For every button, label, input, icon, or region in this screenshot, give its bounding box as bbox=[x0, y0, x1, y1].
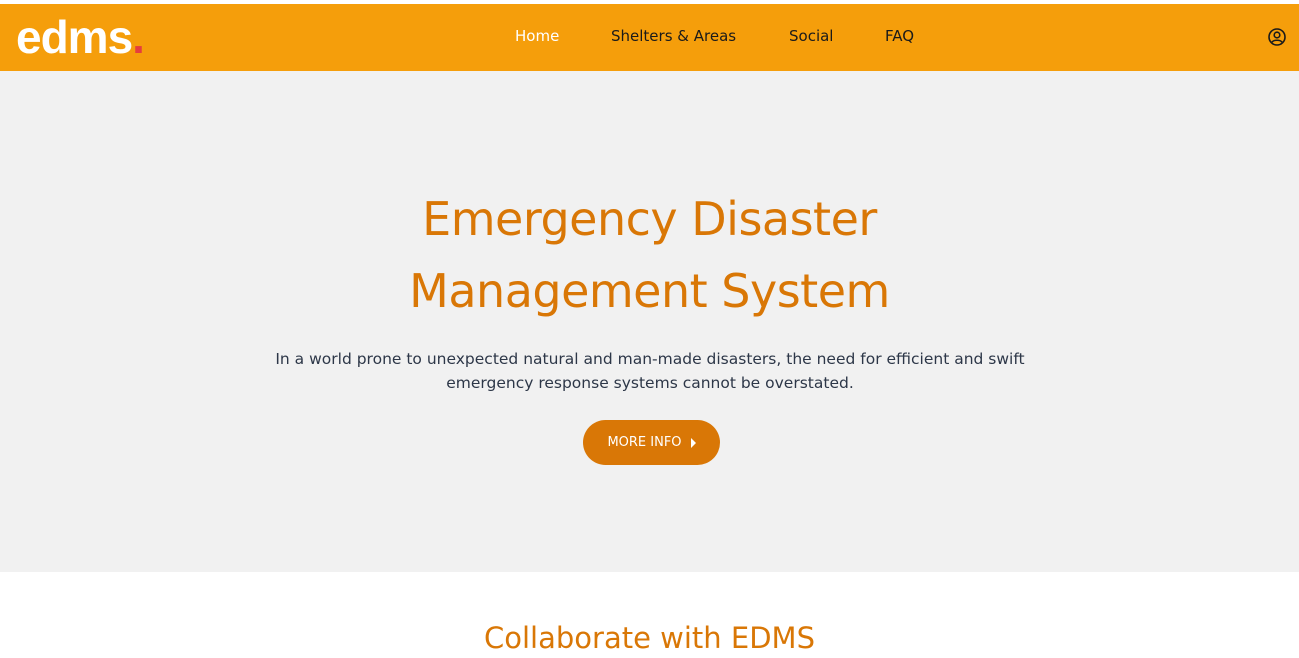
main-nav: Home Shelters & Areas Social FAQ bbox=[0, 4, 1299, 71]
nav-shelters-areas[interactable]: Shelters & Areas bbox=[611, 26, 736, 46]
hero-title-line-2: Management System bbox=[409, 264, 890, 318]
top-nav-bar: edms. Home Shelters & Areas Social FAQ bbox=[0, 4, 1299, 71]
more-info-button[interactable]: MORE INFO bbox=[583, 420, 720, 465]
caret-right-icon bbox=[690, 437, 696, 448]
nav-home[interactable]: Home bbox=[515, 26, 559, 46]
hero-description: In a world prone to unexpected natural a… bbox=[275, 350, 1025, 392]
hero-title-line-1: Emergency Disaster bbox=[422, 192, 877, 246]
more-info-label: MORE INFO bbox=[607, 435, 682, 450]
hero-section: Emergency Disaster Management System In … bbox=[0, 71, 1299, 572]
user-circle-icon[interactable] bbox=[1267, 27, 1287, 47]
nav-social[interactable]: Social bbox=[789, 26, 833, 46]
nav-faq[interactable]: FAQ bbox=[885, 26, 914, 46]
hero-title: Emergency Disaster Management System bbox=[0, 183, 1299, 327]
collaborate-section-title: Collaborate with EDMS bbox=[484, 621, 815, 655]
